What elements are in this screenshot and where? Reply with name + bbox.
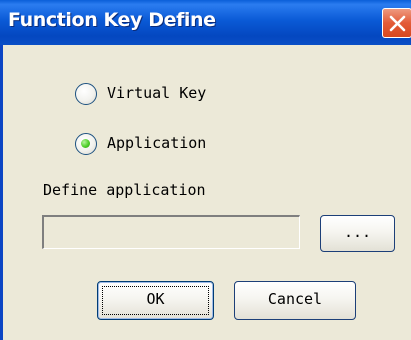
title-bar[interactable]: Function Key Define	[0, 0, 411, 45]
radio-button-icon[interactable]	[75, 83, 97, 105]
ok-button[interactable]: OK	[97, 281, 214, 320]
window-border	[0, 45, 3, 340]
radio-button-icon[interactable]	[75, 133, 97, 155]
cancel-button-label: Cancel	[267, 290, 323, 308]
browse-button[interactable]: ...	[320, 215, 395, 252]
define-application-label: Define application	[43, 181, 206, 199]
radio-virtual-key[interactable]: Virtual Key	[75, 83, 265, 109]
application-path-input[interactable]	[42, 215, 300, 249]
close-button[interactable]	[382, 8, 411, 38]
browse-button-label: ...	[343, 223, 372, 241]
cancel-button[interactable]: Cancel	[234, 281, 356, 320]
ok-button-label: OK	[146, 290, 165, 308]
radio-application-label[interactable]: Application	[107, 134, 206, 152]
dialog-title: Function Key Define	[8, 9, 216, 31]
radio-application[interactable]: Application	[75, 133, 265, 159]
close-icon	[389, 15, 406, 32]
function-key-define-dialog: Function Key Define Virtual Key Applicat…	[0, 0, 411, 340]
radio-selected-dot	[81, 139, 90, 148]
radio-virtual-key-label[interactable]: Virtual Key	[107, 84, 206, 102]
